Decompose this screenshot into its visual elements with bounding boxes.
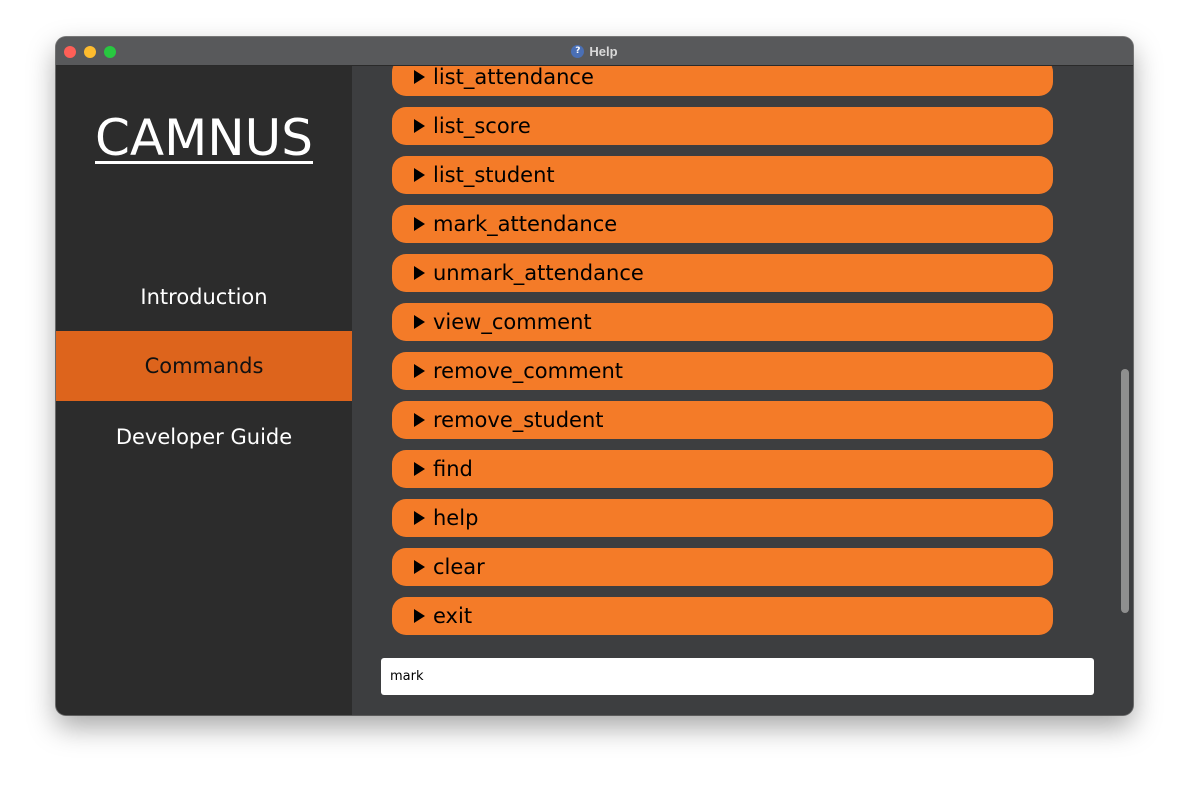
expand-arrow-icon — [414, 168, 425, 182]
sidebar-item-commands[interactable]: Commands — [56, 331, 352, 401]
sidebar-item-developer-guide[interactable]: Developer Guide — [56, 402, 352, 472]
expand-arrow-icon — [414, 315, 425, 329]
expand-arrow-icon — [414, 266, 425, 280]
command-label: exit — [433, 604, 473, 628]
title-bar[interactable]: ? Help — [56, 37, 1133, 66]
expand-arrow-icon — [414, 217, 425, 231]
command-exit[interactable]: exit — [392, 597, 1053, 635]
help-window: ? Help CAMNUS Introduction Commands Deve… — [56, 37, 1133, 715]
command-label: list_student — [433, 163, 555, 187]
expand-arrow-icon — [414, 511, 425, 525]
command-label: remove_comment — [433, 359, 624, 383]
expand-arrow-icon — [414, 364, 425, 378]
command-unmark-attendance[interactable]: unmark_attendance — [392, 254, 1053, 292]
command-label: list_score — [433, 114, 531, 138]
command-label: clear — [433, 555, 485, 579]
expand-arrow-icon — [414, 70, 425, 84]
command-find[interactable]: find — [392, 450, 1053, 488]
expand-arrow-icon — [414, 413, 425, 427]
command-label: list_attendance — [433, 66, 594, 89]
command-remove-student[interactable]: remove_student — [392, 401, 1053, 439]
expand-arrow-icon — [414, 609, 425, 623]
command-remove-comment[interactable]: remove_comment — [392, 352, 1053, 390]
expand-arrow-icon — [414, 560, 425, 574]
sidebar-item-introduction[interactable]: Introduction — [56, 262, 352, 332]
window-title-group: ? Help — [56, 37, 1133, 66]
command-help[interactable]: help — [392, 499, 1053, 537]
command-clear[interactable]: clear — [392, 548, 1053, 586]
command-list-score[interactable]: list_score — [392, 107, 1053, 145]
sidebar: CAMNUS Introduction Commands Developer G… — [56, 66, 352, 715]
question-icon: ? — [571, 45, 585, 58]
command-mark-attendance[interactable]: mark_attendance — [392, 205, 1053, 243]
sidebar-item-label: Developer Guide — [115, 425, 293, 449]
sidebar-item-label: Commands — [144, 354, 264, 378]
commands-panel[interactable]: list_attendance list_score list_student … — [352, 66, 1133, 715]
command-label: unmark_attendance — [433, 261, 644, 285]
window-title: Help — [589, 44, 618, 59]
command-label: find — [433, 457, 473, 481]
command-list-attendance[interactable]: list_attendance — [392, 66, 1053, 96]
expand-arrow-icon — [414, 462, 425, 476]
command-label: mark_attendance — [433, 212, 618, 236]
command-list-student[interactable]: list_student — [392, 156, 1053, 194]
scrollbar-thumb[interactable] — [1121, 369, 1129, 613]
command-label: view_comment — [433, 310, 592, 334]
command-search-input[interactable] — [381, 658, 1094, 695]
expand-arrow-icon — [414, 119, 425, 133]
brand-title-text: CAMNUS — [95, 109, 313, 167]
command-view-comment[interactable]: view_comment — [392, 303, 1053, 341]
brand-title: CAMNUS — [56, 108, 352, 168]
sidebar-item-label: Introduction — [140, 285, 268, 309]
command-label: help — [433, 506, 479, 530]
command-label: remove_student — [433, 408, 604, 432]
